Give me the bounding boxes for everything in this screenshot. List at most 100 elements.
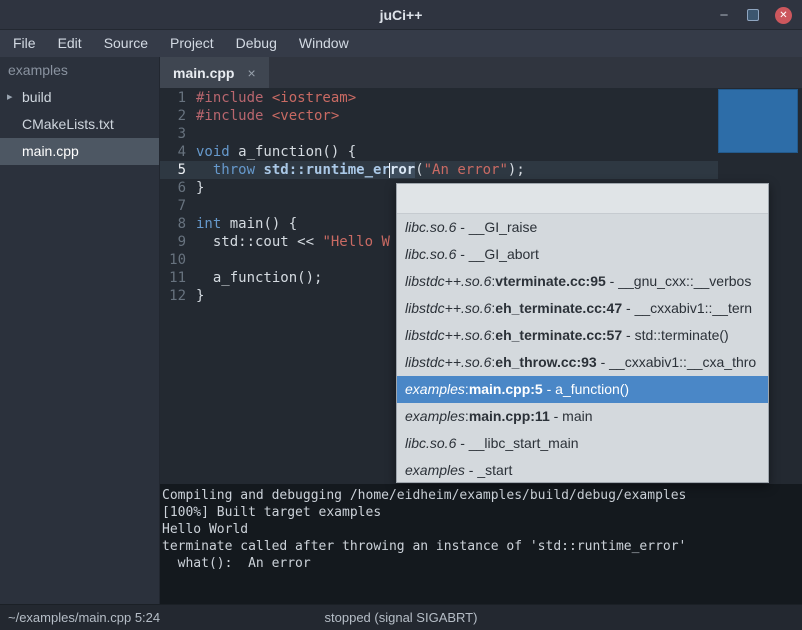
- backtrace-location: eh_throw.cc:93: [495, 354, 596, 370]
- line-number: 1: [160, 89, 186, 107]
- line-number: 8: [160, 215, 186, 233]
- menu-debug[interactable]: Debug: [225, 30, 288, 57]
- backtrace-location: eh_terminate.cc:47: [495, 300, 622, 316]
- backtrace-location: vterminate.cc:95: [495, 273, 606, 289]
- backtrace-row[interactable]: examples:main.cpp:5 - a_function(): [397, 376, 768, 403]
- code-segment: );: [508, 162, 525, 178]
- terminal-line: Hello World: [162, 521, 802, 538]
- app-window: juCi++ − ✕ FileEditSourceProjectDebugWin…: [0, 0, 802, 630]
- code-segment: main() {: [221, 216, 297, 232]
- menubar: FileEditSourceProjectDebugWindow: [0, 30, 802, 57]
- status-debug-state: stopped (signal SIGABRT): [0, 605, 802, 630]
- code-segment: a_function() {: [230, 144, 356, 160]
- backtrace-list: libc.so.6 - __GI_raiselibc.so.6 - __GI_a…: [397, 214, 768, 484]
- code-segment: std::runtime_er: [263, 162, 389, 178]
- tab-label: main.cpp: [173, 65, 234, 81]
- line-number: 12: [160, 287, 186, 305]
- terminal-line: terminate called after throwing an insta…: [162, 538, 802, 555]
- project-name-header: examples: [0, 57, 159, 84]
- code-segment: ror: [390, 162, 415, 178]
- backtrace-row[interactable]: examples:main.cpp:11 - main: [397, 403, 768, 430]
- backtrace-row[interactable]: examples - _start: [397, 457, 768, 484]
- code-segment: (: [415, 162, 423, 178]
- line-number: 7: [160, 197, 186, 215]
- file-tree: ▸ build CMakeLists.txt main.cpp: [0, 84, 159, 165]
- terminal-output[interactable]: Compiling and debugging /home/eidheim/ex…: [160, 484, 802, 604]
- backtrace-row[interactable]: libstdc++.so.6:eh_throw.cc:93 - __cxxabi…: [397, 349, 768, 376]
- code-segment: #include: [196, 90, 272, 106]
- tab-bar: main.cpp ×: [160, 57, 802, 88]
- code-segment: "Hello W: [322, 234, 389, 250]
- backtrace-location: main.cpp:5: [469, 381, 543, 397]
- backtrace-lib: libc.so.6: [405, 246, 456, 262]
- line-number: 10: [160, 251, 186, 269]
- overlay-highlight-block: [718, 89, 798, 153]
- window-controls: − ✕: [717, 0, 792, 30]
- backtrace-lib: examples: [405, 408, 465, 424]
- status-bar: ~/examples/main.cpp 5:24 stopped (signal…: [0, 604, 802, 630]
- chevron-right-icon: ▸: [7, 84, 13, 111]
- sidebar-file-tree: examples ▸ build CMakeLists.txt main.cpp: [0, 57, 160, 604]
- backtrace-lib: libstdc++.so.6: [405, 327, 491, 343]
- terminal-line: what(): An error: [162, 555, 802, 572]
- backtrace-lib: examples: [405, 381, 465, 397]
- tab-main-cpp[interactable]: main.cpp ×: [160, 57, 269, 88]
- popup-search-entry[interactable]: [397, 184, 768, 214]
- code-segment: int: [196, 216, 221, 232]
- tree-item-label: CMakeLists.txt: [22, 116, 114, 132]
- window-title: juCi++: [380, 7, 423, 23]
- tab-close-icon[interactable]: ×: [247, 65, 255, 81]
- backtrace-location: main.cpp:11: [469, 408, 550, 424]
- code-segment: }: [196, 180, 204, 196]
- code-line-5: 5 throw std::runtime_error("An error");: [160, 161, 802, 179]
- backtrace-lib: libstdc++.so.6: [405, 354, 491, 370]
- backtrace-lib: libstdc++.so.6: [405, 300, 491, 316]
- code-segment: throw: [213, 162, 255, 178]
- backtrace-row[interactable]: libstdc++.so.6:vterminate.cc:95 - __gnu_…: [397, 268, 768, 295]
- menu-file[interactable]: File: [2, 30, 47, 57]
- backtrace-row[interactable]: libc.so.6 - __libc_start_main: [397, 430, 768, 457]
- backtrace-popup: libc.so.6 - __GI_raiselibc.so.6 - __GI_a…: [396, 183, 769, 483]
- code-line-1: 1 #include <iostream>: [160, 89, 802, 107]
- line-number: 11: [160, 269, 186, 287]
- code-segment: <iostream>: [272, 90, 356, 106]
- line-number: 6: [160, 179, 186, 197]
- code-segment: a_function();: [196, 270, 322, 286]
- code-segment: #include: [196, 108, 272, 124]
- menu-source[interactable]: Source: [93, 30, 159, 57]
- code-segment: "An error": [424, 162, 508, 178]
- code-segment: <vector>: [272, 108, 339, 124]
- code-line-2: 2 #include <vector>: [160, 107, 802, 125]
- menu-window[interactable]: Window: [288, 30, 360, 57]
- backtrace-lib: examples: [405, 462, 465, 478]
- backtrace-row[interactable]: libstdc++.so.6:eh_terminate.cc:47 - __cx…: [397, 295, 768, 322]
- tree-item-label: main.cpp: [22, 143, 79, 159]
- close-icon[interactable]: ✕: [775, 7, 792, 24]
- tree-item-label: build: [22, 89, 52, 105]
- sidebar-item-main-cpp[interactable]: main.cpp: [0, 138, 159, 165]
- terminal-line: Compiling and debugging /home/eidheim/ex…: [162, 487, 802, 504]
- code-segment: }: [196, 288, 204, 304]
- line-number: 4: [160, 143, 186, 161]
- line-number: 2: [160, 107, 186, 125]
- sidebar-item-build[interactable]: ▸ build: [0, 84, 159, 111]
- maximize-icon[interactable]: [747, 9, 759, 21]
- terminal-line: [100%] Built target examples: [162, 504, 802, 521]
- code-segment: std::cout <<: [196, 234, 322, 250]
- backtrace-location: eh_terminate.cc:57: [495, 327, 622, 343]
- line-number: 5: [160, 161, 186, 179]
- sidebar-item-cmakelists-txt[interactable]: CMakeLists.txt: [0, 111, 159, 138]
- menu-project[interactable]: Project: [159, 30, 225, 57]
- menu-edit[interactable]: Edit: [47, 30, 93, 57]
- backtrace-row[interactable]: libstdc++.so.6:eh_terminate.cc:57 - std:…: [397, 322, 768, 349]
- titlebar: juCi++ − ✕: [0, 0, 802, 30]
- line-number: 9: [160, 233, 186, 251]
- code-line-3: 3: [160, 125, 802, 143]
- line-number: 3: [160, 125, 186, 143]
- backtrace-row[interactable]: libc.so.6 - __GI_raise: [397, 214, 768, 241]
- code-segment: void: [196, 144, 230, 160]
- backtrace-lib: libc.so.6: [405, 219, 456, 235]
- minimize-icon[interactable]: −: [717, 7, 731, 24]
- backtrace-row[interactable]: libc.so.6 - __GI_abort: [397, 241, 768, 268]
- backtrace-lib: libstdc++.so.6: [405, 273, 491, 289]
